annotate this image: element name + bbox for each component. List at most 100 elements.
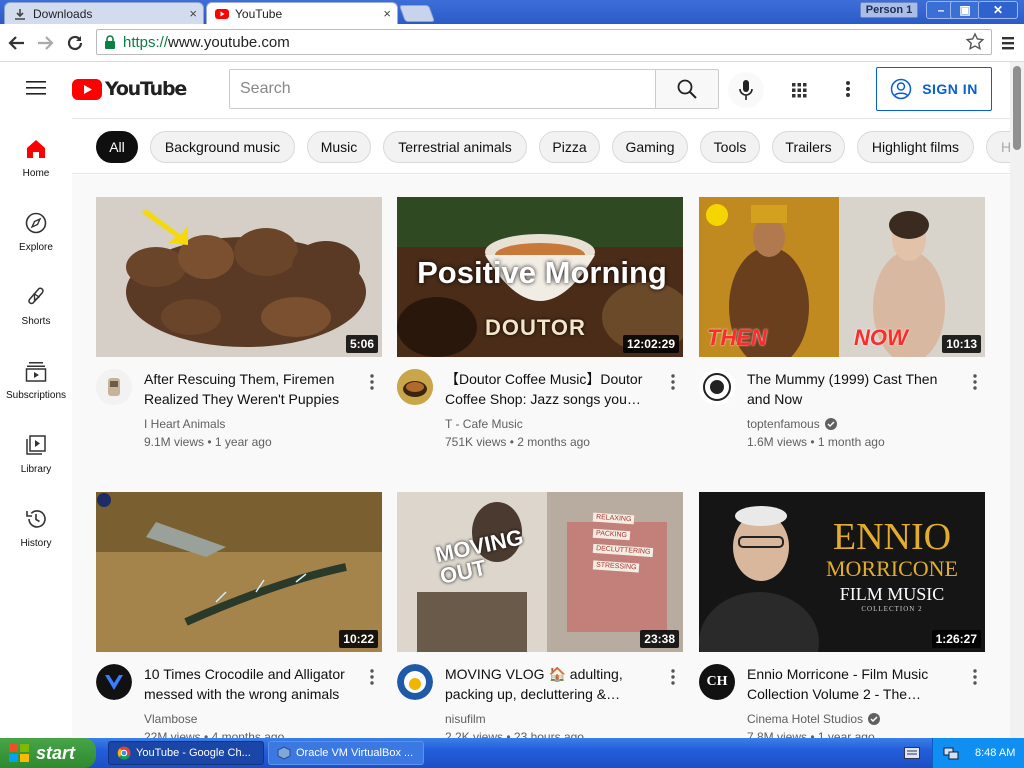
home-icon xyxy=(27,140,45,158)
clock[interactable]: 8:48 AM xyxy=(975,747,1015,759)
tab-close-icon[interactable]: × xyxy=(189,6,197,21)
taskbar-item-virtualbox[interactable]: Oracle VM VirtualBox ... xyxy=(268,741,424,765)
chip-highlight-films[interactable]: Highlight films xyxy=(857,131,974,163)
system-tray: 8:48 AM xyxy=(932,738,1024,768)
video-title[interactable]: The Mummy (1999) Cast Then and Now xyxy=(747,369,963,409)
scrollbar-thumb[interactable] xyxy=(1013,66,1021,150)
upload-age: 2 months ago xyxy=(517,435,590,449)
sidebar-item-history[interactable]: History xyxy=(0,488,72,558)
chrome-icon xyxy=(117,746,131,760)
sidebar-item-subscriptions[interactable]: Subscriptions xyxy=(0,340,72,410)
sidebar-item-label: Library xyxy=(20,464,52,475)
search-input[interactable] xyxy=(229,69,656,109)
channel-name[interactable]: toptenfamous xyxy=(747,417,838,431)
video-menu-button[interactable] xyxy=(969,373,981,391)
taskbar-item-label: YouTube - Google Ch... xyxy=(136,747,251,759)
sign-in-button[interactable]: SIGN IN xyxy=(876,67,992,111)
channel-name[interactable]: nisufilm xyxy=(445,712,486,726)
more-vert-icon xyxy=(370,669,374,685)
channel-name[interactable]: T - Cafe Music xyxy=(445,417,523,431)
voice-search-button[interactable] xyxy=(728,72,764,108)
sidebar-item-explore[interactable]: Explore xyxy=(0,192,72,262)
video-metadata: 22M views • 4 months ago xyxy=(144,730,284,738)
channel-avatar[interactable] xyxy=(397,369,433,405)
start-button[interactable]: start xyxy=(0,738,96,768)
video-thumbnail[interactable]: ENNIO MORRICONE FILM MUSIC COLLECTION 2 … xyxy=(699,492,985,652)
view-count: 9.1M views xyxy=(144,435,205,449)
video-duration: 10:22 xyxy=(339,630,378,648)
network-icon[interactable] xyxy=(943,745,959,761)
chip-music[interactable]: Music xyxy=(307,131,371,163)
maximize-button[interactable]: ▣ xyxy=(950,1,980,19)
chip-tools[interactable]: Tools xyxy=(700,131,760,163)
channel-avatar[interactable] xyxy=(96,369,132,405)
address-bar[interactable]: https://www.youtube.com xyxy=(96,29,992,55)
youtube-logo[interactable]: YouTube xyxy=(72,78,187,100)
video-title[interactable]: MOVING VLOG 🏠 adulting, packing up, decl… xyxy=(445,664,661,704)
channel-name[interactable]: I Heart Animals xyxy=(144,417,225,431)
channel-avatar[interactable] xyxy=(699,369,735,405)
taskbar-item-chrome[interactable]: YouTube - Google Ch... xyxy=(108,741,264,765)
sidebar-item-shorts[interactable]: Shorts xyxy=(0,266,72,336)
video-title[interactable]: Ennio Morricone - Film Music Collection … xyxy=(747,664,963,704)
sidebar-item-label: Shorts xyxy=(21,316,51,327)
chip-trailers[interactable]: Trailers xyxy=(772,131,845,163)
video-title[interactable]: After Rescuing Them, Firemen Realized Th… xyxy=(144,369,360,409)
search-button[interactable] xyxy=(655,69,719,109)
guide-menu-button[interactable] xyxy=(26,80,46,96)
channel-avatar[interactable]: CH xyxy=(699,664,735,700)
tab-close-icon[interactable]: × xyxy=(383,6,391,21)
forward-button[interactable] xyxy=(34,32,56,54)
close-window-button[interactable]: ✕ xyxy=(978,1,1018,19)
video-metadata: 7.8M views • 1 year ago xyxy=(747,730,875,738)
new-tab-button[interactable] xyxy=(398,5,436,22)
sidebar-item-home[interactable]: Home xyxy=(0,118,72,188)
sign-in-label: SIGN IN xyxy=(922,81,978,97)
sidebar-item-label: History xyxy=(20,538,52,549)
thumbnail-then-label: THEN xyxy=(707,325,767,350)
video-thumbnail[interactable]: 5:06 xyxy=(96,197,382,357)
chip-pizza[interactable]: Pizza xyxy=(539,131,600,163)
chip-terrestrial-animals[interactable]: Terrestrial animals xyxy=(383,131,527,163)
video-menu-button[interactable] xyxy=(667,373,679,391)
video-thumbnail[interactable]: THEN NOW 10:13 xyxy=(699,197,985,357)
channel-avatar[interactable] xyxy=(397,664,433,700)
upload-age: 23 hours ago xyxy=(513,730,584,738)
channel-name[interactable]: Cinema Hotel Studios xyxy=(747,712,881,726)
page-scrollbar[interactable] xyxy=(1010,62,1024,738)
video-menu-button[interactable] xyxy=(667,668,679,686)
chip-gaming[interactable]: Gaming xyxy=(612,131,688,163)
windows-taskbar: start YouTube - Google Ch... Oracle VM V… xyxy=(0,738,1024,768)
video-menu-button[interactable] xyxy=(366,373,378,391)
tab-downloads[interactable]: Downloads × xyxy=(4,2,204,24)
chip-partial[interactable]: H xyxy=(986,131,1010,163)
video-title[interactable]: 10 Times Crocodile and Alligator messed … xyxy=(144,664,360,704)
view-count: 2.2K views xyxy=(445,730,504,738)
chip-all[interactable]: All xyxy=(96,131,138,163)
video-thumbnail[interactable]: 10:22 xyxy=(96,492,382,652)
chrome-menu-button[interactable] xyxy=(998,32,1018,54)
keyboard-icon[interactable] xyxy=(904,747,920,759)
channel-name-text: I Heart Animals xyxy=(144,417,226,431)
url-host: www.youtube.com xyxy=(168,33,290,51)
video-menu-button[interactable] xyxy=(969,668,981,686)
channel-name[interactable]: Vlambose xyxy=(144,712,197,726)
profile-button[interactable]: Person 1 xyxy=(860,2,918,18)
thumbnail-title-line1: ENNIO xyxy=(832,516,952,558)
chip-background-music[interactable]: Background music xyxy=(150,131,295,163)
video-thumbnail[interactable]: Positive Morning DOUTOR 12:02:29 xyxy=(397,197,683,357)
video-duration: 5:06 xyxy=(345,335,378,353)
view-count: 7.8M views xyxy=(747,730,808,738)
view-count: 22M views xyxy=(144,730,201,738)
video-menu-button[interactable] xyxy=(366,668,378,686)
reload-button[interactable] xyxy=(64,32,86,54)
back-button[interactable] xyxy=(6,32,28,54)
apps-button[interactable] xyxy=(786,77,812,103)
video-title[interactable]: 【Doutor Coffee Music】Doutor Coffee Shop:… xyxy=(445,369,661,409)
bookmark-star-icon[interactable] xyxy=(965,32,985,52)
channel-avatar[interactable] xyxy=(96,664,132,700)
tab-youtube[interactable]: YouTube × xyxy=(206,2,398,24)
sidebar-item-library[interactable]: Library xyxy=(0,414,72,484)
settings-more-button[interactable] xyxy=(836,77,860,103)
video-thumbnail[interactable]: MOVING OUT RELAXING PACKING DECLUTTERING… xyxy=(397,492,683,652)
